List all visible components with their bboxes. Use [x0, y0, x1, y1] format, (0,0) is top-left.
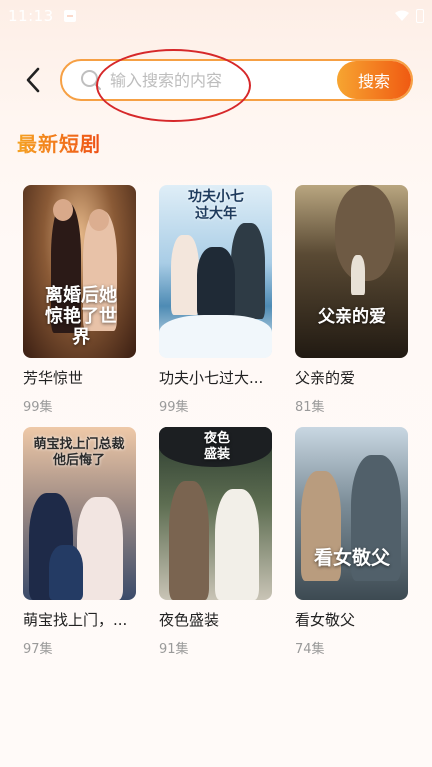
drama-card[interactable]: 父亲的爱 父亲的爱 81集: [295, 185, 408, 415]
drama-poster[interactable]: 父亲的爱: [295, 185, 408, 358]
drama-title: 看女敬父: [295, 611, 356, 629]
episode-count: 97集: [23, 642, 53, 657]
drama-title: 萌宝找上门，...: [23, 611, 128, 629]
episode-count: 99集: [23, 400, 53, 415]
status-bar: 11:13: [0, 0, 432, 32]
drama-poster[interactable]: 夜色盛装: [159, 427, 272, 600]
episode-count: 81集: [295, 400, 325, 415]
drama-poster[interactable]: 萌宝找上门总裁他后悔了: [23, 427, 136, 600]
drama-card[interactable]: 夜色盛装 夜色盛装 91集: [159, 427, 272, 657]
drama-card[interactable]: 离婚后她惊艳了世界 芳华惊世 99集: [23, 185, 136, 415]
drama-card[interactable]: 看女敬父 看女敬父 74集: [295, 427, 408, 657]
back-button[interactable]: [18, 64, 48, 96]
notification-icon: [63, 10, 76, 22]
chevron-left-icon: [26, 67, 40, 93]
battery-icon: [416, 9, 424, 23]
status-time: 11:13: [8, 7, 54, 25]
drama-poster[interactable]: 看女敬父: [295, 427, 408, 600]
search-bar: 搜索: [60, 59, 413, 101]
drama-card[interactable]: 功夫小七过大年 功夫小七过大... 99集: [159, 185, 272, 415]
poster-title: 父亲的爱: [318, 307, 386, 327]
drama-poster[interactable]: 功夫小七过大年: [159, 185, 272, 358]
search-button[interactable]: 搜索: [337, 61, 411, 99]
search-input[interactable]: [110, 62, 337, 98]
episode-count: 91集: [159, 642, 189, 657]
drama-title: 夜色盛装: [159, 611, 220, 629]
search-icon: [78, 67, 104, 93]
episode-count: 74集: [295, 642, 325, 657]
drama-title: 芳华惊世: [23, 369, 84, 387]
poster-title: 萌宝找上门总裁他后悔了: [33, 437, 125, 468]
drama-title: 父亲的爱: [295, 369, 356, 387]
wifi-icon: [395, 10, 409, 21]
poster-title: 离婚后她惊艳了世界: [45, 285, 117, 348]
drama-poster[interactable]: 离婚后她惊艳了世界: [23, 185, 136, 358]
section-title: 最新短剧: [17, 128, 101, 157]
drama-card[interactable]: 萌宝找上门总裁他后悔了 萌宝找上门，... 97集: [23, 427, 136, 657]
poster-title: 功夫小七过大年: [188, 189, 244, 222]
poster-title: 看女敬父: [313, 547, 390, 569]
drama-title: 功夫小七过大...: [159, 369, 264, 387]
poster-title: 夜色盛装: [203, 431, 230, 462]
episode-count: 99集: [159, 400, 189, 415]
